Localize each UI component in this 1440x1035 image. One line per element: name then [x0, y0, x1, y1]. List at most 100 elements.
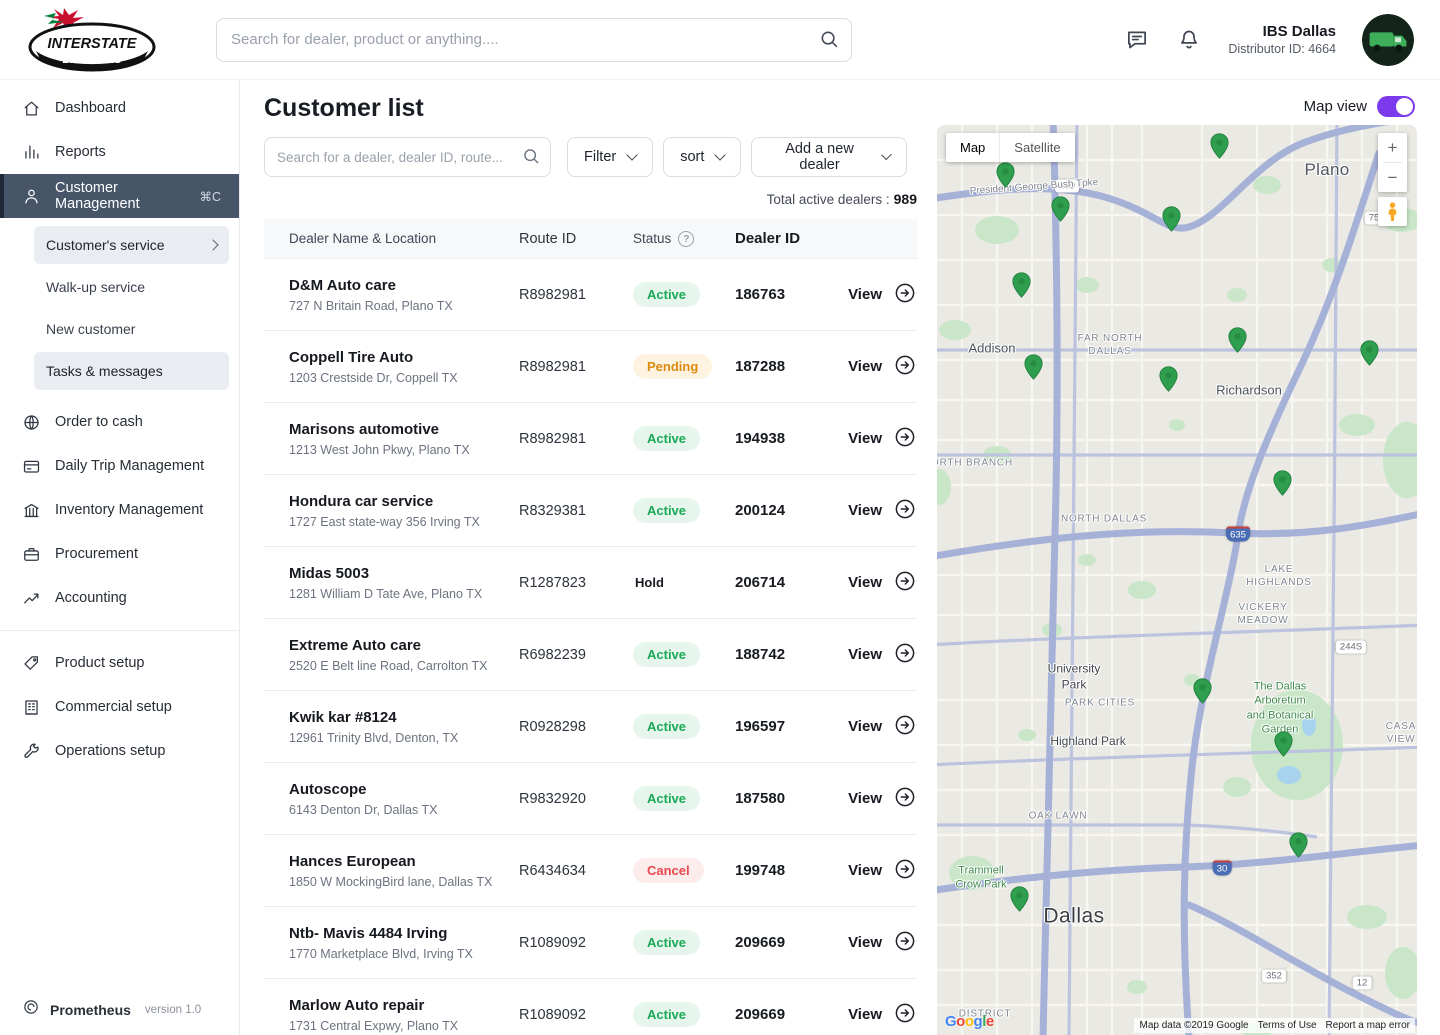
sidebar-item-dashboard[interactable]: Dashboard [0, 86, 239, 130]
table-row[interactable]: Coppell Tire Auto 1203 Crestside Dr, Cop… [264, 331, 917, 403]
status-help-icon[interactable]: ? [678, 230, 695, 247]
sidebar-item-operations-setup[interactable]: Operations setup [0, 729, 239, 773]
table-row[interactable]: Hances European 1850 W MockingBird lane,… [264, 835, 917, 907]
logo-text-interstate: INTERSTATE [48, 36, 138, 52]
zoom-controls: + − [1378, 133, 1407, 192]
map-view-toggle[interactable] [1377, 96, 1415, 117]
dealer-id: 187580 [735, 790, 786, 807]
map-pin-icon[interactable] [1024, 354, 1043, 385]
dealer-address: 6143 Denton Dr, Dallas TX [289, 802, 438, 817]
status-badge: Active [633, 1002, 701, 1027]
search-icon [818, 28, 840, 55]
view-button[interactable]: View [848, 497, 917, 525]
app-footer: Prometheus version 1.0 [22, 998, 201, 1021]
map-pin-icon[interactable] [1012, 272, 1031, 303]
map-pin-icon[interactable] [1210, 133, 1229, 164]
arrow-circle-icon [893, 353, 917, 381]
table-row[interactable]: Ntb- Mavis 4484 Irving 1770 Marketplace … [264, 907, 917, 979]
dealer-id: 188742 [735, 646, 786, 663]
globe-icon [22, 413, 41, 432]
dealer-name: Kwik kar #8124 [289, 708, 397, 726]
table-row[interactable]: Extreme Auto care 2520 E Belt line Road,… [264, 619, 917, 691]
sidebar-item-commercial-setup[interactable]: Commercial setup [0, 685, 239, 729]
map-pin-icon[interactable] [1010, 886, 1029, 917]
route-shield: 244S [1335, 640, 1367, 654]
view-button[interactable]: View [848, 641, 917, 669]
table-row[interactable]: D&M Auto care 727 N Britain Road, Plano … [264, 259, 917, 331]
sort-button[interactable]: sort [663, 137, 742, 177]
avatar[interactable] [1362, 13, 1414, 66]
route-id: R6982239 [519, 646, 586, 663]
zoom-out-button[interactable]: − [1378, 163, 1407, 192]
view-button[interactable]: View [848, 857, 917, 885]
wrench-icon [22, 742, 41, 761]
view-button[interactable]: View [848, 569, 917, 597]
map-pin-icon[interactable] [1289, 832, 1308, 863]
report-map-error-link[interactable]: Report a map error [1326, 1020, 1410, 1031]
route-id: R1089092 [519, 1006, 586, 1023]
map-pane[interactable]: Plano President George Bush Tpke Addison FA… [937, 125, 1417, 1035]
sidebar-item-customer-management[interactable]: Customer Management ⌘C [0, 174, 239, 218]
view-button[interactable]: View [848, 425, 917, 453]
sidebar-item-product-setup[interactable]: Product setup [0, 641, 239, 685]
dealer-id: 200124 [735, 502, 786, 519]
global-search-input[interactable] [216, 17, 852, 62]
table-row[interactable]: Midas 5003 1281 William D Tate Ave, Plan… [264, 547, 917, 619]
sidebar-item-accounting[interactable]: Accounting [0, 576, 239, 620]
map-label: Trammell Crow Park [955, 864, 1007, 891]
dealer-table-body: D&M Auto care 727 N Britain Road, Plano … [264, 259, 917, 1035]
sidebar-item-procurement[interactable]: Procurement [0, 532, 239, 576]
add-dealer-button[interactable]: Add a new dealer [751, 137, 907, 177]
sidebar-subitem-customers-service[interactable]: Customer's service [34, 226, 229, 264]
map-pin-icon[interactable] [996, 162, 1015, 193]
user-subtitle: Distributor ID: 4664 [1228, 42, 1336, 57]
table-row[interactable]: Marisons automotive 1213 West John Pkwy,… [264, 403, 917, 475]
chevron-down-icon [714, 149, 727, 161]
map-label: Richardson [1216, 382, 1282, 398]
view-button[interactable]: View [848, 1001, 917, 1029]
map-pin-icon[interactable] [1193, 678, 1212, 709]
map-pin-icon[interactable] [1051, 196, 1070, 227]
zoom-in-button[interactable]: + [1378, 133, 1407, 162]
route-id: R8982981 [519, 430, 586, 447]
map-pin-icon[interactable] [1228, 327, 1247, 358]
sidebar-item-daily-trip-management[interactable]: Daily Trip Management [0, 444, 239, 488]
sidebar-subitem-walk-up-service[interactable]: Walk-up service [34, 268, 229, 306]
sidebar-subitem-new-customer[interactable]: New customer [34, 310, 229, 348]
street-view-pegman[interactable] [1378, 197, 1407, 226]
map-pin-icon[interactable] [1273, 470, 1292, 501]
view-button[interactable]: View [848, 785, 917, 813]
view-button[interactable]: View [848, 353, 917, 381]
map-type-satellite-button[interactable]: Satellite [999, 133, 1075, 162]
table-row[interactable]: Hondura car service 1727 East state-way … [264, 475, 917, 547]
status-badge: Pending [633, 354, 713, 379]
notifications-button[interactable] [1176, 27, 1202, 53]
status-badge: Active [633, 930, 701, 955]
table-row[interactable]: Autoscope 6143 Denton Dr, Dallas TX R983… [264, 763, 917, 835]
sidebar-divider [0, 630, 239, 631]
terms-of-use-link[interactable]: Terms of Use [1258, 1020, 1317, 1031]
sidebar-subitem-tasks-messages[interactable]: Tasks & messages [34, 352, 229, 390]
filter-button[interactable]: Filter [567, 137, 654, 177]
route-id: R9832920 [519, 790, 586, 807]
map-type-map-button[interactable]: Map [946, 133, 1000, 162]
table-row[interactable]: Marlow Auto repair 1731 Central Expwy, P… [264, 979, 917, 1035]
messages-button[interactable] [1124, 27, 1150, 53]
dealer-search-input[interactable] [264, 137, 551, 177]
view-button[interactable]: View [848, 713, 917, 741]
map-pin-icon[interactable] [1274, 731, 1293, 762]
view-button[interactable]: View [848, 929, 917, 957]
status-badge: Hold [635, 575, 664, 590]
map-pin-icon[interactable] [1360, 340, 1379, 371]
dealer-address: 727 N Britain Road, Plano TX [289, 298, 453, 313]
table-row[interactable]: Kwik kar #8124 12961 Trinity Blvd, Dento… [264, 691, 917, 763]
sidebar-item-order-to-cash[interactable]: Order to cash [0, 400, 239, 444]
sidebar-item-inventory-management[interactable]: Inventory Management [0, 488, 239, 532]
map-label: Plano [1304, 159, 1350, 179]
map-pin-icon[interactable] [1162, 206, 1181, 237]
map-pin-icon[interactable] [1159, 366, 1178, 397]
dealer-address: 2520 E Belt line Road, Carrolton TX [289, 658, 488, 673]
sidebar-item-reports[interactable]: Reports [0, 130, 239, 174]
dealer-name: Coppell Tire Auto [289, 348, 414, 366]
view-button[interactable]: View [848, 281, 917, 309]
